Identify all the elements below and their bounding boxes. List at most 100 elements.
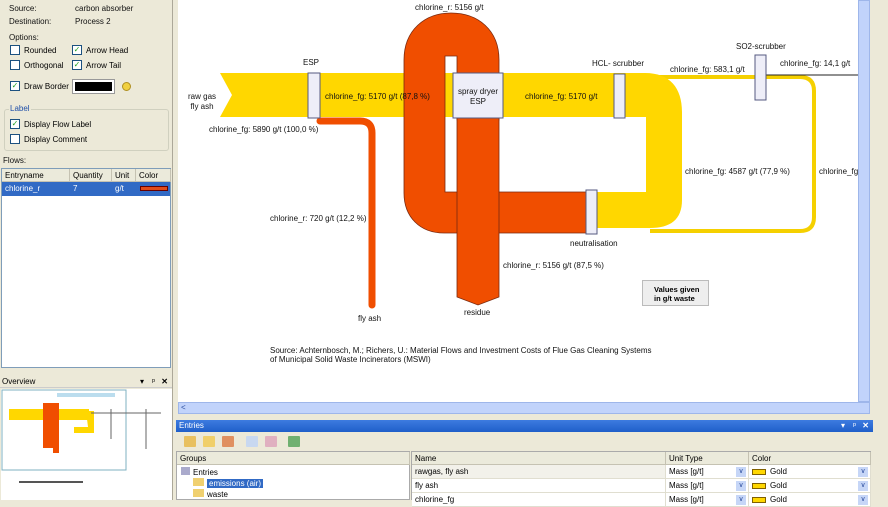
groups-header: Groups (177, 452, 410, 465)
arrow-tail-checkbox[interactable]: ✓ Arrow Tail (72, 60, 121, 70)
entry-row[interactable]: fly ash Mass [g/t] ∨ Gold ∨ (412, 479, 871, 493)
new-group-icon[interactable] (184, 436, 196, 447)
label-fg-5890: chlorine_fg: 5890 g/t (100,0 %) (209, 125, 319, 134)
entry-row[interactable]: rawgas, fly ash Mass [g/t] ∨ Gold ∨ (412, 465, 871, 479)
pin-icon[interactable]: ᵖ (152, 376, 155, 388)
label-group-title: Label (9, 104, 31, 113)
destination-value: Process 2 (75, 17, 111, 26)
values-note[interactable]: Values given in g/t waste (642, 280, 709, 306)
chevron-down-icon: ∨ (858, 467, 868, 477)
flow-chlorine-r-residue (456, 99, 500, 306)
label-top-r: chlorine_r: 5156 g/t (415, 3, 484, 12)
label-fg-4587: chlorine_fg: 4587 g/t (77,9 %) (685, 167, 790, 176)
groups-tree: Groups Entries emissions (air) waste (176, 451, 410, 500)
process-neutralisation (585, 189, 598, 235)
col-unit[interactable]: Unit (112, 169, 136, 182)
process-so2-scrubber (754, 54, 767, 101)
flow-chlorine-r-flyash (316, 117, 376, 309)
chevron-down-icon: ∨ (736, 467, 746, 477)
flows-table: Entryname Quantity Unit Color chlorine_r… (1, 168, 171, 368)
label-neutralisation: neutralisation (570, 239, 618, 248)
label-raw-gas: raw gas (188, 92, 217, 101)
overview-thumbnail[interactable] (1, 389, 172, 500)
close-icon[interactable]: ✕ (161, 376, 168, 388)
delete-group-icon[interactable] (222, 436, 235, 447)
flow-color-swatch (140, 186, 168, 191)
label-fg-5170: chlorine_fg: 5170 g/t (525, 92, 598, 101)
entries-header: Entries ▾ ᵖ ✕ (176, 420, 873, 432)
flow-row[interactable]: chlorine_r 7 g/t (2, 182, 170, 196)
label-flyash: fly ash (358, 314, 382, 323)
label-residue: residue (464, 308, 491, 317)
close-icon[interactable]: ✕ (862, 420, 869, 432)
tree-root[interactable]: Entries (181, 467, 218, 477)
unit-type-select[interactable]: Mass [g/t] ∨ (666, 465, 749, 479)
folder-icon[interactable] (203, 436, 216, 447)
source-text-1: Source: Achternbosch, M.; Richers, U.: M… (270, 346, 652, 355)
color-select[interactable]: Gold ∨ (749, 465, 871, 479)
dropdown-icon[interactable]: ▾ (841, 420, 845, 432)
entries-toolbar (176, 433, 873, 450)
overview-header: Overview ▾ ᵖ ✕ (0, 376, 172, 388)
chevron-down-icon: ∨ (736, 481, 746, 491)
source-label: Source: (9, 4, 37, 13)
source-text-2: of Municipal Solid Waste Incinerators (M… (270, 355, 431, 364)
label-esp: ESP (303, 58, 320, 67)
color-select[interactable]: Gold ∨ (749, 479, 871, 493)
chevron-down-icon: ∨ (736, 495, 746, 505)
pin-icon[interactable]: ᵖ (853, 420, 856, 432)
diagram-canvas[interactable]: chlorine_r: 5156 g/t ESP raw gas fly ash… (178, 0, 858, 402)
border-color-button[interactable] (72, 79, 115, 94)
options-label: Options: (9, 33, 39, 42)
arrow-head-checkbox[interactable]: ✓ Arrow Head (72, 45, 128, 55)
label-r-720: chlorine_r: 720 g/t (12,2 %) (270, 214, 367, 223)
label-fg-14: chlorine_fg: 14,1 g/t (780, 59, 851, 68)
col-quantity[interactable]: Quantity (70, 169, 112, 182)
draw-border-checkbox[interactable]: ✓ Draw Border (10, 81, 69, 91)
entries-table: Name Unit Type Color rawgas, fly ash Mas… (411, 451, 871, 507)
flows-label: Flows: (3, 156, 27, 165)
col-name[interactable]: Name (412, 452, 666, 465)
label-fg-cut: chlorine_fg (819, 167, 858, 176)
new-entry-icon[interactable] (245, 436, 258, 447)
chevron-down-icon: ∨ (858, 495, 868, 505)
sankey-diagram[interactable] (178, 0, 858, 402)
color-picker-icon[interactable] (122, 82, 131, 91)
label-so2: SO2-scrubber (736, 42, 786, 51)
col-color[interactable]: Color (136, 169, 171, 182)
entry-row[interactable]: chlorine_fg Mass [g/t] ∨ Gold ∨ (412, 493, 871, 507)
process-hcl-scrubber (613, 73, 626, 119)
tree-item-emissions[interactable]: emissions (air) (193, 478, 264, 488)
vertical-scrollbar[interactable] (858, 0, 870, 402)
tree-item-waste[interactable]: waste (193, 489, 228, 499)
col-unit-type[interactable]: Unit Type (666, 452, 749, 465)
label-fg-583: chlorine_fg: 583,1 g/t (670, 65, 745, 74)
scroll-left-icon[interactable]: < (181, 403, 186, 412)
label-r-5156: chlorine_r: 5156 g/t (87,5 %) (503, 261, 604, 270)
display-flow-label-checkbox[interactable]: ✓ Display Flow Label (10, 119, 91, 129)
label-spray-dryer: spray dryer (457, 87, 498, 96)
process-esp (307, 72, 321, 119)
import-icon[interactable] (288, 436, 301, 447)
unit-type-select[interactable]: Mass [g/t] ∨ (666, 493, 749, 507)
col-color[interactable]: Color (749, 452, 871, 465)
destination-label: Destination: (9, 17, 52, 26)
horizontal-scrollbar[interactable]: < (178, 402, 870, 414)
label-fg-5170-pct: chlorine_fg: 5170 g/t (87,8 %) (325, 92, 430, 101)
dropdown-icon[interactable]: ▾ (140, 376, 144, 388)
label-group (4, 109, 169, 151)
properties-panel: Source: carbon absorber Destination: Pro… (0, 0, 173, 500)
delete-entry-icon[interactable] (264, 436, 277, 447)
orthogonal-checkbox[interactable]: Orthogonal (10, 60, 64, 70)
label-spray-esp: ESP (469, 97, 486, 106)
overview-panel[interactable] (1, 389, 172, 500)
color-select[interactable]: Gold ∨ (749, 493, 871, 507)
col-entryname[interactable]: Entryname (2, 169, 70, 182)
label-raw-flyash: fly ash (190, 102, 214, 111)
unit-type-select[interactable]: Mass [g/t] ∨ (666, 479, 749, 493)
source-value: carbon absorber (75, 4, 134, 13)
label-hcl: HCL- scrubber (592, 59, 645, 68)
display-comment-checkbox[interactable]: Display Comment (10, 134, 87, 144)
rounded-checkbox[interactable]: Rounded (10, 45, 56, 55)
chevron-down-icon: ∨ (858, 481, 868, 491)
